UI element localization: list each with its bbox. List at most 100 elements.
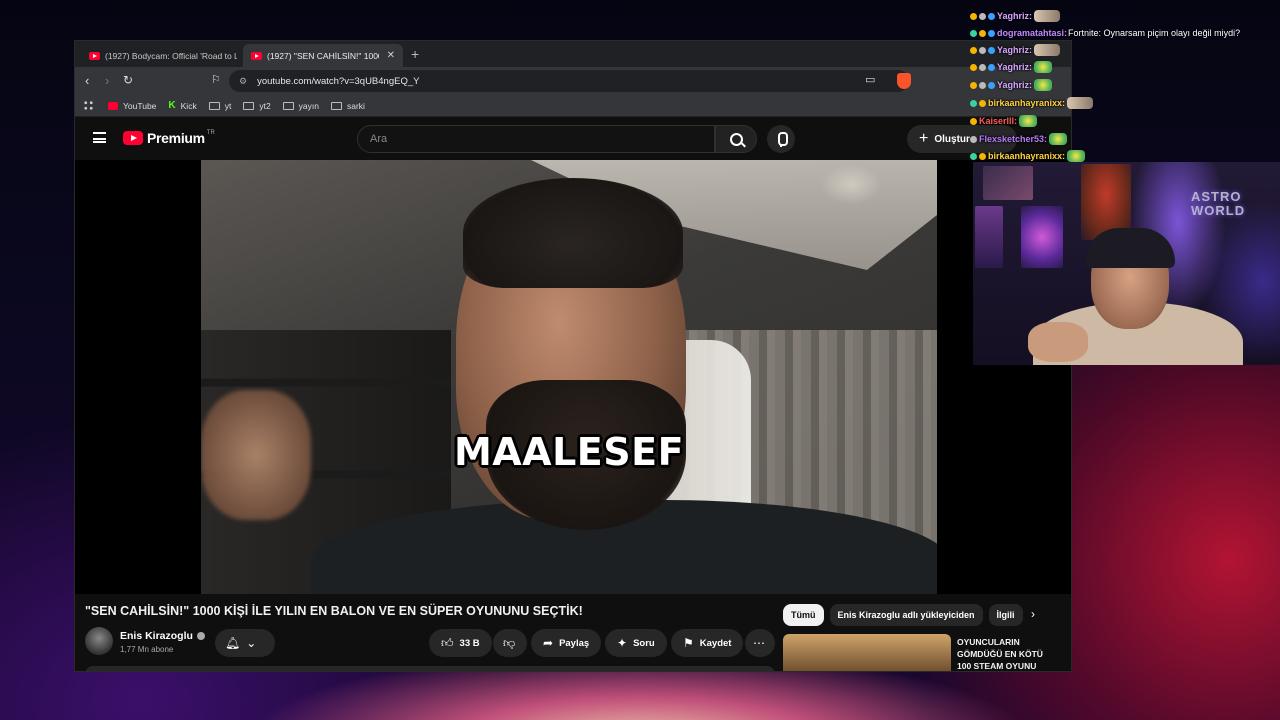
menu-icon[interactable] xyxy=(93,132,106,143)
chip-related[interactable]: İlgili xyxy=(988,604,1023,626)
bookmark-folder-yt[interactable]: yt xyxy=(208,101,231,111)
bookmark-save-icon: ⚑ xyxy=(683,636,694,650)
streamer-headset xyxy=(1085,228,1175,268)
notification-button[interactable]: 🔔︎ ⌄ xyxy=(215,629,275,657)
navigation-bar: ‹ › ↻ ⚐ ⚙ youtube.com/watch?v=3qUB4ngEQ_… xyxy=(75,67,1071,95)
badge-icon xyxy=(970,99,977,107)
emote-icon xyxy=(1034,44,1061,56)
badge-icon xyxy=(979,29,986,37)
search-input[interactable]: Ara xyxy=(357,125,715,153)
like-button[interactable]: 👍︎ 33 B xyxy=(429,629,492,657)
badge-icon xyxy=(970,81,977,89)
stream-chat-overlay: Yaghriz: dogramatahtasi: Fortnite: Oynar… xyxy=(970,0,1280,163)
badge-icon xyxy=(970,12,977,20)
badge-icon xyxy=(988,81,995,89)
badge-icon xyxy=(979,81,986,89)
streamer-hand xyxy=(1028,322,1088,362)
create-label: Oluştur xyxy=(934,133,970,145)
folder-icon xyxy=(331,101,342,110)
badge-icon xyxy=(970,63,977,71)
channel-avatar[interactable] xyxy=(85,627,113,655)
close-tab-icon[interactable]: ✕ xyxy=(387,50,395,61)
browser-window: (1927) Bodycam: Official 'Road to Lo (19… xyxy=(74,40,1072,672)
search-icon[interactable] xyxy=(715,125,757,153)
badge-icon xyxy=(979,63,986,71)
video-title: "SEN CAHİLSİN!" 1000 KİŞİ İLE YILIN EN B… xyxy=(85,604,583,618)
youtube-tab-icon xyxy=(89,51,100,60)
dislike-button[interactable]: 👎︎ xyxy=(493,629,527,657)
bookmark-folder-yayin[interactable]: yayın xyxy=(282,101,319,111)
reload-icon[interactable]: ↻ xyxy=(123,73,133,87)
bookmark-folder-sarki[interactable]: sarki xyxy=(331,101,365,111)
chat-username: Yaghriz: xyxy=(997,62,1033,72)
badge-icon xyxy=(988,46,995,54)
more-icon: ⋯ xyxy=(753,636,765,650)
folder-icon xyxy=(243,101,255,110)
chevron-right-icon[interactable]: › xyxy=(1031,607,1035,621)
recommended-thumbnail[interactable] xyxy=(783,634,951,671)
folder-icon xyxy=(208,101,220,110)
bookmark-kick[interactable]: K Kick xyxy=(168,100,196,111)
brave-shield-icon[interactable] xyxy=(897,73,911,89)
address-bar[interactable]: ⚙ youtube.com/watch?v=3qUB4ngEQ_Y xyxy=(229,70,909,92)
ask-button[interactable]: ✦ Soru xyxy=(605,629,667,657)
video-frame[interactable]: MAALESEF xyxy=(201,160,937,594)
plus-icon: + xyxy=(919,130,929,147)
share-button[interactable]: ➦ Paylaş xyxy=(531,629,602,657)
bell-icon: 🔔︎ xyxy=(225,636,241,650)
apps-grid-icon[interactable] xyxy=(83,100,94,111)
site-settings-icon[interactable]: ⚙ xyxy=(239,76,247,87)
recommended-title[interactable]: OYUNCULARIN GÖMDÜĞÜ EN KÖTÜ 100 STEAM OY… xyxy=(957,636,1057,671)
tab-bodycam[interactable]: (1927) Bodycam: Official 'Road to Lo xyxy=(81,44,237,67)
url-text: youtube.com/watch?v=3qUB4ngEQ_Y xyxy=(257,75,420,87)
emote-icon xyxy=(1019,115,1038,127)
chat-username: birkaanhayranixx: xyxy=(988,98,1066,108)
chat-username: Yaghriz: xyxy=(997,11,1033,21)
chip-all[interactable]: Tümü xyxy=(783,604,824,626)
youtube-icon xyxy=(108,101,118,110)
chat-message: birkaanhayranixx: xyxy=(970,96,1094,110)
youtube-masthead: Premium TR Ara + Oluştur xyxy=(75,118,1071,160)
verified-icon xyxy=(196,632,205,640)
chat-message: dogramatahtasi: Fortnite: Oynarsam piçim… xyxy=(970,26,1240,40)
thumbs-up-icon: 👍︎ xyxy=(441,635,454,650)
bookmarks-bar: YouTube K Kick yt yt2 yayın sarki xyxy=(75,95,1071,117)
bookmark-icon[interactable]: ⚐ xyxy=(211,73,221,86)
new-tab-button[interactable]: + xyxy=(411,46,419,62)
chat-message: birkaanhayranixx: xyxy=(970,149,1086,163)
badge-icon xyxy=(979,46,986,54)
badge-icon xyxy=(970,135,977,143)
emote-icon xyxy=(1067,150,1086,162)
chat-username: Yaghriz: xyxy=(997,80,1033,90)
tab-title: (1927) Bodycam: Official 'Road to Lo xyxy=(105,50,237,61)
chat-message: Yaghriz: xyxy=(970,43,1061,57)
more-actions-button[interactable]: ⋯ xyxy=(745,629,775,657)
chat-username: Yaghriz: xyxy=(997,45,1033,55)
emote-icon xyxy=(1034,10,1061,22)
chat-message: Flexsketcher53: xyxy=(970,132,1068,146)
chevron-down-icon: ⌄ xyxy=(246,636,257,650)
microphone-icon[interactable] xyxy=(767,125,795,153)
badge-icon xyxy=(970,152,977,160)
chat-username: birkaanhayranixx: xyxy=(988,151,1066,161)
bookmark-folder-yt2[interactable]: yt2 xyxy=(243,101,271,111)
bookmark-youtube[interactable]: YouTube xyxy=(108,101,156,111)
chip-from-uploader[interactable]: Enis Kirazoglu adlı yükleyiciden xyxy=(829,604,983,626)
channel-name[interactable]: Enis Kirazoglu xyxy=(120,630,205,642)
tab-sen-cahilsin[interactable]: (1927) "SEN CAHİLSİN!" 1000 Kiş ✕ xyxy=(243,44,403,67)
back-icon[interactable]: ‹ xyxy=(85,73,89,88)
forward-icon[interactable]: › xyxy=(105,73,109,88)
youtube-logo[interactable]: Premium TR xyxy=(123,130,215,146)
youtube-tab-icon xyxy=(251,51,262,60)
cast-icon[interactable]: ▭ xyxy=(865,73,875,86)
astroworld-sign: ASTRO WORLD xyxy=(1191,189,1246,218)
save-button[interactable]: ⚑ Kaydet xyxy=(671,629,744,657)
wall-poster xyxy=(1021,206,1063,268)
chat-message: Yaghriz: xyxy=(970,78,1053,92)
sparkle-icon: ✦ xyxy=(617,636,628,650)
emote-icon xyxy=(1034,79,1053,91)
video-player[interactable]: MAALESEF xyxy=(75,160,1071,594)
chat-message: Yaghriz: xyxy=(970,60,1053,74)
wall-poster xyxy=(975,206,1003,268)
subscriber-count: 1,77 Mn abone xyxy=(120,645,174,654)
